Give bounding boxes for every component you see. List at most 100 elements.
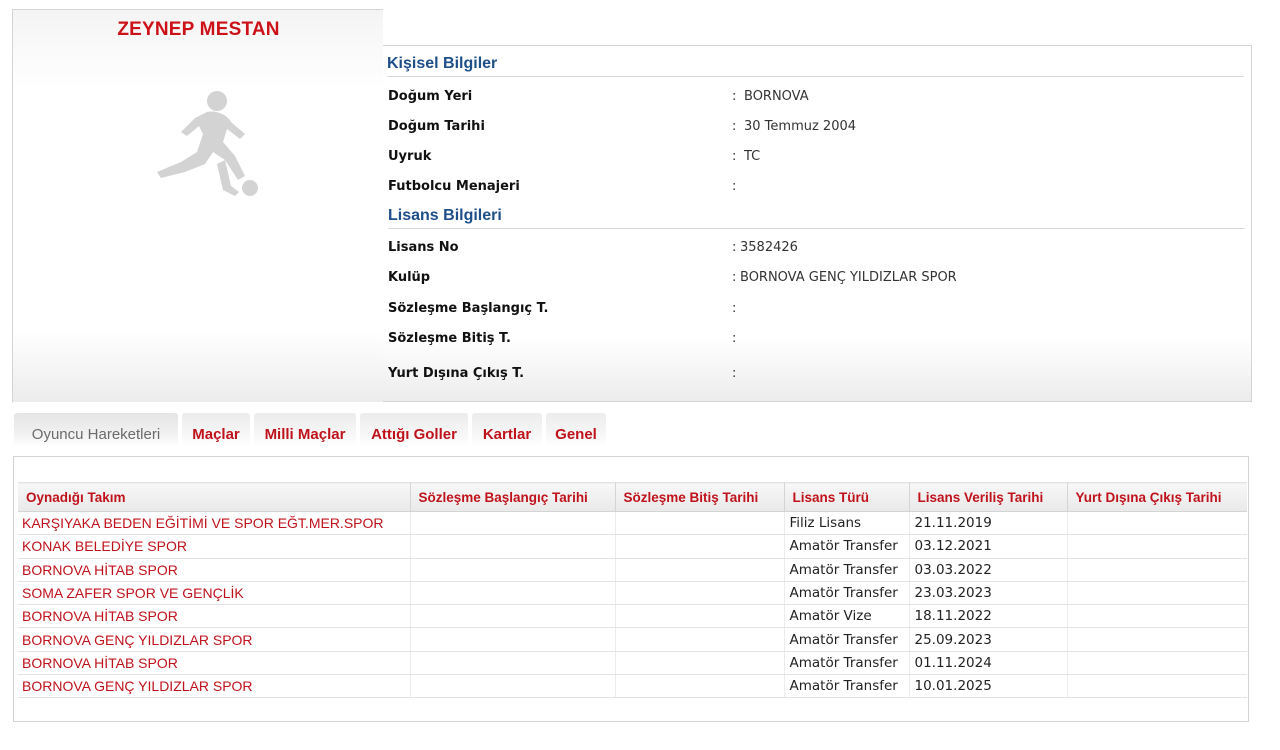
- contract-start-cell: [409, 581, 615, 606]
- contract-end-cell: [614, 558, 784, 582]
- tab-player-movements[interactable]: Oyuncu Hareketleri: [14, 413, 178, 447]
- info-row-birth-date: Doğum Tarihi : 30 Temmuz 2004: [388, 116, 1238, 138]
- table-row: BORNOVA GENÇ YILDIZLAR SPOR Amatör Trans…: [18, 627, 1247, 652]
- column-header-license-type[interactable]: Lisans Türü: [783, 482, 909, 512]
- tab-goals[interactable]: Attığı Goller: [360, 413, 468, 447]
- team-link[interactable]: BORNOVA HİTAB SPOR: [18, 651, 410, 676]
- table-row: KONAK BELEDİYE SPOR Amatör Transfer 03.1…: [18, 534, 1247, 559]
- license-issue-date-cell: 18.11.2022: [908, 604, 1067, 629]
- abroad-exit-cell: [1066, 511, 1247, 536]
- abroad-exit-cell: [1066, 627, 1247, 652]
- info-separator: :: [732, 270, 737, 285]
- info-row-club: Kulüp : BORNOVA GENÇ YILDIZLAR SPOR: [388, 267, 1238, 289]
- license-type-cell: Amatör Transfer: [783, 651, 909, 676]
- abroad-exit-cell: [1066, 534, 1247, 559]
- license-issue-date-cell: 23.03.2023: [908, 581, 1067, 606]
- contract-start-cell: [409, 604, 615, 629]
- license-type-cell: Amatör Vize: [783, 604, 909, 629]
- info-separator: :: [732, 301, 737, 316]
- contract-end-cell: [614, 581, 784, 606]
- player-info-panel: Kişisel Bilgiler Doğum Yeri : BORNOVA Do…: [383, 45, 1252, 402]
- license-info-title: Lisans Bilgileri: [388, 205, 1245, 229]
- player-photo-panel: ZEYNEP MESTAN: [12, 9, 383, 402]
- contract-end-cell: [614, 534, 784, 559]
- player-movements-panel: Oynadığı Takım Sözleşme Başlangıç Tarihi…: [13, 456, 1249, 722]
- tab-national-matches[interactable]: Milli Maçlar: [254, 413, 356, 447]
- table-row: BORNOVA HİTAB SPOR Amatör Transfer 01.11…: [18, 651, 1247, 676]
- info-label: Sözleşme Bitiş T.: [388, 331, 511, 346]
- contract-start-cell: [409, 511, 615, 536]
- info-value: 30 Temmuz 2004: [744, 119, 857, 134]
- info-separator: :: [732, 179, 737, 194]
- info-separator: :: [732, 240, 737, 255]
- info-separator: :: [732, 149, 737, 164]
- contract-end-cell: [614, 651, 784, 676]
- info-value: 3582426: [740, 240, 798, 255]
- info-label: Doğum Yeri: [388, 89, 473, 104]
- column-header-abroad-exit-date[interactable]: Yurt Dışına Çıkış Tarihi: [1066, 482, 1247, 512]
- info-value: TC: [744, 149, 761, 164]
- info-separator: :: [732, 89, 737, 104]
- contract-start-cell: [409, 674, 615, 699]
- abroad-exit-cell: [1066, 674, 1247, 699]
- info-row-birth-place: Doğum Yeri : BORNOVA: [388, 86, 1238, 108]
- table-row: BORNOVA GENÇ YILDIZLAR SPOR Amatör Trans…: [18, 674, 1247, 699]
- info-row-agent: Futbolcu Menajeri :: [388, 176, 1238, 198]
- team-link[interactable]: BORNOVA GENÇ YILDIZLAR SPOR: [18, 627, 410, 652]
- license-issue-date-cell: 10.01.2025: [908, 674, 1067, 699]
- team-link[interactable]: BORNOVA GENÇ YILDIZLAR SPOR: [18, 674, 410, 699]
- player-movements-table: Oynadığı Takım Sözleşme Başlangıç Tarihi…: [18, 482, 1247, 699]
- team-link[interactable]: SOMA ZAFER SPOR VE GENÇLİK: [18, 581, 410, 606]
- license-type-cell: Amatör Transfer: [783, 534, 909, 559]
- info-separator: :: [732, 331, 737, 346]
- info-label: Kulüp: [388, 270, 431, 285]
- info-row-contract-start: Sözleşme Başlangıç T. :: [388, 298, 1238, 320]
- license-issue-date-cell: 25.09.2023: [908, 627, 1067, 652]
- column-header-license-issue-date[interactable]: Lisans Veriliş Tarihi: [908, 482, 1067, 512]
- table-header-row: Oynadığı Takım Sözleşme Başlangıç Tarihi…: [18, 482, 1247, 512]
- info-separator: :: [732, 366, 737, 381]
- info-row-contract-end: Sözleşme Bitiş T. :: [388, 328, 1238, 350]
- team-link[interactable]: BORNOVA HİTAB SPOR: [18, 604, 410, 629]
- contract-start-cell: [409, 558, 615, 582]
- license-issue-date-cell: 01.11.2024: [908, 651, 1067, 676]
- player-name: ZEYNEP MESTAN: [117, 19, 280, 40]
- tab-cards[interactable]: Kartlar: [472, 413, 542, 447]
- football-player-silhouette-icon: [157, 91, 258, 196]
- table-row: BORNOVA HİTAB SPOR Amatör Vize 18.11.202…: [18, 604, 1247, 629]
- license-type-cell: Amatör Transfer: [783, 674, 909, 699]
- personal-info-title: Kişisel Bilgiler: [387, 53, 1244, 77]
- info-row-license-no: Lisans No : 3582426: [388, 237, 1238, 259]
- license-issue-date-cell: 03.12.2021: [908, 534, 1067, 559]
- tab-general[interactable]: Genel: [546, 413, 606, 447]
- contract-start-cell: [409, 627, 615, 652]
- license-type-cell: Amatör Transfer: [783, 581, 909, 606]
- info-label: Uyruk: [388, 149, 432, 164]
- abroad-exit-cell: [1066, 581, 1247, 606]
- info-value: BORNOVA: [744, 89, 809, 104]
- team-link[interactable]: KARŞIYAKA BEDEN EĞİTİMİ VE SPOR EĞT.MER.…: [18, 511, 410, 536]
- team-link[interactable]: BORNOVA HİTAB SPOR: [18, 558, 410, 582]
- column-header-team[interactable]: Oynadığı Takım: [18, 482, 410, 512]
- table-row: SOMA ZAFER SPOR VE GENÇLİK Amatör Transf…: [18, 581, 1247, 606]
- contract-end-cell: [614, 511, 784, 536]
- column-header-contract-start[interactable]: Sözleşme Başlangıç Tarihi: [409, 482, 615, 512]
- license-issue-date-cell: 03.03.2022: [908, 558, 1067, 582]
- abroad-exit-cell: [1066, 651, 1247, 676]
- contract-start-cell: [409, 651, 615, 676]
- license-type-cell: Filiz Lisans: [783, 511, 909, 536]
- tab-matches[interactable]: Maçlar: [182, 413, 250, 447]
- contract-end-cell: [614, 674, 784, 699]
- info-label: Yurt Dışına Çıkış T.: [388, 366, 525, 381]
- table-row: KARŞIYAKA BEDEN EĞİTİMİ VE SPOR EĞT.MER.…: [18, 511, 1247, 536]
- contract-start-cell: [409, 534, 615, 559]
- contract-end-cell: [614, 627, 784, 652]
- team-link[interactable]: KONAK BELEDİYE SPOR: [18, 534, 410, 559]
- info-label: Sözleşme Başlangıç T.: [388, 301, 549, 316]
- info-label: Lisans No: [388, 240, 459, 255]
- license-issue-date-cell: 21.11.2019: [908, 511, 1067, 536]
- info-value: BORNOVA GENÇ YILDIZLAR SPOR: [740, 270, 957, 285]
- contract-end-cell: [614, 604, 784, 629]
- column-header-contract-end[interactable]: Sözleşme Bitiş Tarihi: [614, 482, 784, 512]
- info-row-nationality: Uyruk : TC: [388, 146, 1238, 168]
